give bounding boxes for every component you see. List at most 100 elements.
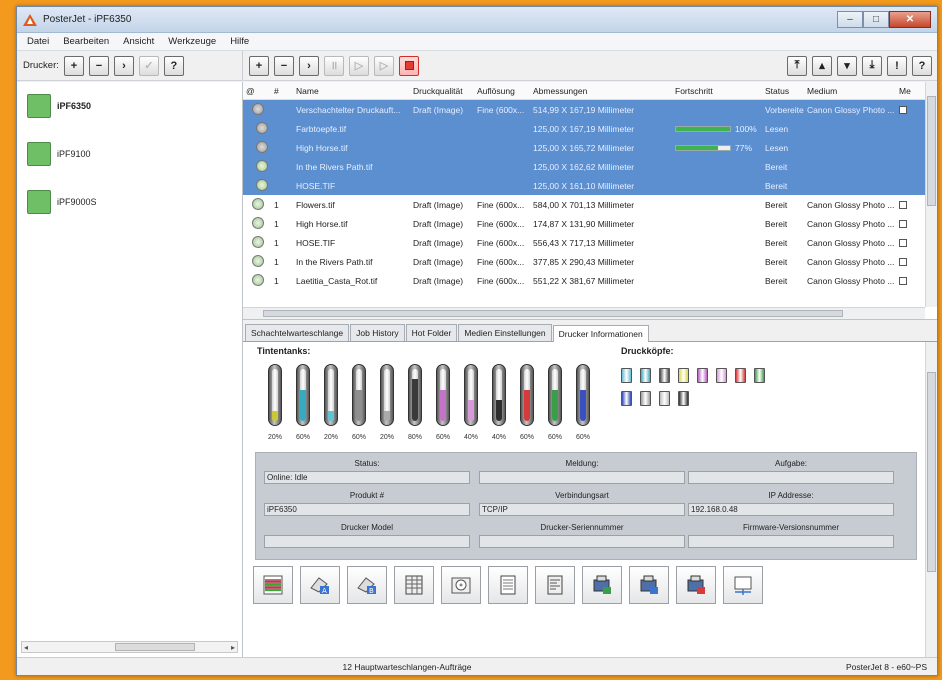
printer-item-ipf9100[interactable]: iPF9100 [27, 139, 242, 169]
ink-tank-inner [440, 369, 446, 421]
table-row[interactable]: 1 HOSE.TIF Draft (Image) Fine (600x... 556,4… [243, 233, 937, 252]
printer-name: iPF6350 [57, 101, 92, 111]
scroll-left-icon[interactable]: ◂ [24, 643, 28, 652]
print-head [640, 368, 651, 383]
table-row[interactable]: Verschachtelter Druckauft... Draft (Image… [243, 100, 937, 119]
media-checkbox[interactable] [899, 106, 907, 115]
move-up-button[interactable]: ▴ [812, 55, 832, 76]
scrollbar-thumb[interactable] [263, 310, 843, 317]
tab-schachtelwarteschlange[interactable]: Schachtelwarteschlange [245, 324, 350, 341]
tab-job-history[interactable]: Job History [350, 324, 405, 341]
column-header-at[interactable]: @ [243, 86, 271, 96]
maximize-button[interactable]: □ [863, 11, 889, 28]
scroll-right-icon[interactable]: ▸ [231, 643, 235, 652]
column-header-progress[interactable]: Fortschritt [672, 86, 762, 96]
column-header-status[interactable]: Status [762, 86, 804, 96]
info-vertical-scrollbar[interactable] [925, 342, 937, 657]
menu-werkzeuge[interactable]: Werkzeuge [168, 36, 216, 47]
stop-button[interactable] [399, 55, 419, 76]
report-button[interactable] [488, 566, 528, 604]
table-row[interactable]: 1 In the Rivers Path.tif Draft (Image) Fine… [243, 252, 937, 271]
job-properties-button[interactable]: ? [912, 55, 932, 76]
table-row[interactable]: In the Rivers Path.tif 125,00 X 162,62 Mi… [243, 157, 937, 176]
chevron-right-icon: › [307, 59, 311, 72]
pause-button[interactable]: ॥ [324, 55, 344, 76]
scrollbar-thumb[interactable] [114, 643, 195, 651]
menu-hilfe[interactable]: Hilfe [230, 36, 929, 47]
add-printer-button[interactable]: + [63, 55, 84, 76]
close-button[interactable]: ✕ [889, 11, 931, 28]
printer-check-button[interactable]: ✓ [138, 55, 159, 76]
menu-bearbeiten[interactable]: Bearbeiten [63, 36, 109, 47]
remove-job-button[interactable]: − [274, 55, 294, 76]
column-header-quality[interactable]: Druckqualität [410, 86, 474, 96]
move-bottom-button[interactable]: ⤓ [862, 55, 882, 76]
job-forward-button[interactable]: › [299, 55, 319, 76]
job-checkbox-cell [896, 238, 918, 248]
scrollbar-thumb[interactable] [927, 96, 936, 206]
job-horizontal-scrollbar[interactable] [243, 307, 925, 319]
disc-button[interactable] [441, 566, 481, 604]
posterjet-logo-icon [23, 13, 37, 26]
media-checkbox[interactable] [899, 277, 907, 286]
log-button[interactable] [535, 566, 575, 604]
job-checkbox-cell [896, 257, 918, 267]
printer-item-ipf9000s[interactable]: iPF9000S [27, 187, 242, 217]
move-top-button[interactable]: ⤒ [787, 55, 807, 76]
resume-button[interactable]: ▷ [374, 55, 394, 76]
media-checkbox[interactable] [899, 201, 907, 210]
column-header-name[interactable]: Name [293, 86, 410, 96]
play-icon: ▷ [379, 60, 389, 72]
job-type-cell [243, 216, 271, 231]
column-header-dimensions[interactable]: Abmessungen [530, 86, 672, 96]
media-a-icon: A [310, 577, 329, 595]
printer-green-button[interactable] [582, 566, 622, 604]
media-checkbox[interactable] [899, 258, 907, 267]
tab-drucker-informationen[interactable]: Drucker Informationen [552, 325, 649, 342]
table-row[interactable]: Farbtoepfe.tif 125,00 X 167,19 Millimeter… [243, 119, 937, 138]
media-b-button[interactable]: B [347, 566, 387, 604]
progress-text: 100% [735, 123, 757, 134]
tab-hot-folder[interactable]: Hot Folder [405, 324, 458, 341]
table-row[interactable]: 1 Flowers.tif Draft (Image) Fine (600x... 58… [243, 195, 937, 214]
info-button[interactable]: ! [887, 55, 907, 76]
job-vertical-scrollbar[interactable] [925, 82, 937, 307]
table-row[interactable]: High Horse.tif 125,00 X 165,72 Millimeter… [243, 138, 937, 157]
table-row[interactable]: 1 High Horse.tif Draft (Image) Fine (600x..… [243, 214, 937, 233]
printer-blue-button[interactable] [629, 566, 669, 604]
printer-item-ipf6350[interactable]: iPF6350 [27, 91, 242, 121]
column-header-resolution[interactable]: Auflösung [474, 86, 530, 96]
status-table-button[interactable] [394, 566, 434, 604]
printer-red-button[interactable] [676, 566, 716, 604]
media-checkbox[interactable] [899, 220, 907, 229]
layout-button[interactable] [723, 566, 763, 604]
ink-tank-gauge [352, 364, 366, 426]
table-row[interactable]: 1 Laetitia_Casta_Rot.tif Draft (Image) Fine… [243, 271, 937, 290]
move-down-button[interactable]: ▾ [837, 55, 857, 76]
menu-ansicht[interactable]: Ansicht [123, 36, 154, 47]
job-number-cell: 1 [274, 199, 279, 210]
job-checkbox-cell [896, 219, 918, 229]
add-job-button[interactable]: + [249, 55, 269, 76]
menu-datei[interactable]: Datei [27, 36, 49, 47]
sidebar-horizontal-scrollbar[interactable]: ◂ ▸ [21, 641, 238, 653]
job-name-cell: High Horse.tif [296, 218, 348, 229]
ink-tank-gauge [380, 364, 394, 426]
minimize-button[interactable]: – [837, 11, 863, 28]
detail-field-label: Verbindungsart [555, 491, 609, 500]
printer-forward-button[interactable]: › [113, 55, 134, 76]
scrollbar-thumb[interactable] [927, 372, 936, 572]
play-button[interactable]: ▷ [349, 55, 369, 76]
column-header-me[interactable]: Me [896, 86, 918, 96]
remove-printer-button[interactable]: − [88, 55, 109, 76]
media-checkbox[interactable] [899, 239, 907, 248]
ink-level-fill [552, 389, 558, 421]
column-header-medium[interactable]: Medium [804, 86, 896, 96]
tab-medien-einstellungen[interactable]: Medien Einstellungen [458, 324, 552, 341]
printer-properties-button[interactable]: ? [163, 55, 184, 76]
media-a-button[interactable]: A [300, 566, 340, 604]
column-header-number[interactable]: # [271, 86, 293, 96]
job-dimensions-cell: 125,00 X 162,62 Millimeter [533, 161, 635, 172]
color-calibration-button[interactable] [253, 566, 293, 604]
table-row[interactable]: HOSE.TIF 125,00 X 161,10 Millimeter Bereit [243, 176, 937, 195]
